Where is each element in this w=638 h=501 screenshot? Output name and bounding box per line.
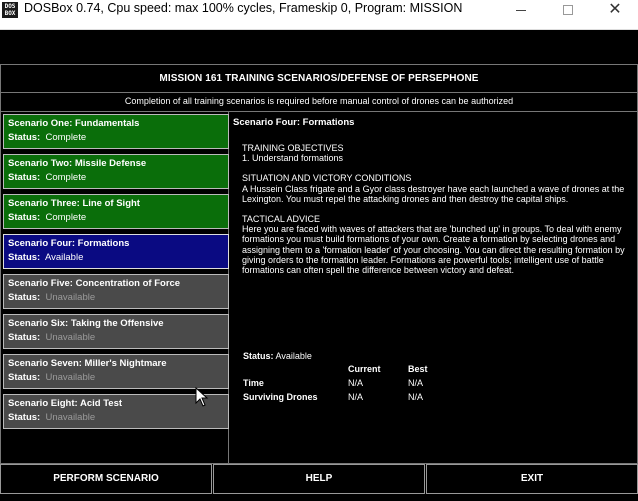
scenario-item-four[interactable]: Scenario Four: Formations Status: Availa… <box>3 234 229 269</box>
scenario-status: Status: Complete <box>8 212 87 223</box>
scenario-status: Status: Complete <box>8 172 87 183</box>
stats-row-label: Surviving Drones <box>243 392 318 402</box>
scenario-item-five[interactable]: Scenario Five: Concentration of Force St… <box>3 274 229 309</box>
close-icon: ✕ <box>608 1 622 18</box>
scenario-status: Status: Unavailable <box>8 332 96 343</box>
detail-title: Scenario Four: Formations <box>233 117 355 128</box>
objectives-section: TRAINING OBJECTIVES 1. Understand format… <box>242 143 632 163</box>
detail-status-value: Available <box>275 351 312 361</box>
objectives-heading: TRAINING OBJECTIVES <box>242 143 344 153</box>
exit-button[interactable]: EXIT <box>426 464 638 494</box>
help-button[interactable]: HELP <box>213 464 425 494</box>
perform-scenario-button[interactable]: PERFORM SCENARIO <box>0 464 212 494</box>
advice-heading: TACTICAL ADVICE <box>242 214 321 225</box>
scenario-item-two[interactable]: Scenario Two: Missile Defense Status: Co… <box>3 154 229 189</box>
detail-body: TRAINING OBJECTIVES 1. Understand format… <box>242 143 632 285</box>
victory-heading: SITUATION AND VICTORY CONDITIONS <box>242 173 412 184</box>
scenario-status: Status: Unavailable <box>8 292 96 303</box>
window-title: DOSBox 0.74, Cpu speed: max 100% cycles,… <box>24 1 463 15</box>
scenario-item-one[interactable]: Scenario One: Fundamentals Status: Compl… <box>3 114 229 149</box>
detail-status: Status: Available <box>243 351 312 361</box>
stats-col-current: Current <box>348 364 381 374</box>
advice-section: TACTICAL ADVICE Here you are faced with … <box>242 214 632 275</box>
scenario-item-seven[interactable]: Scenario Seven: Miller's Nightmare Statu… <box>3 354 229 389</box>
advice-text: Here you are faced with waves of attacke… <box>242 224 625 276</box>
scenario-item-three[interactable]: Scenario Three: Line of Sight Status: Co… <box>3 194 229 229</box>
mission-subtitle: Completion of all training scenarios is … <box>0 93 638 112</box>
scenario-status: Status: Available <box>8 252 84 263</box>
victory-text: A Hussein Class frigate and a Gyor class… <box>242 183 625 204</box>
scenario-detail-panel: Scenario Four: Formations TRAINING OBJEC… <box>229 112 638 464</box>
close-button[interactable]: ✕ <box>592 0 638 22</box>
minimize-button[interactable] <box>498 0 544 22</box>
mission-title: MISSION 161 TRAINING SCENARIOS/DEFENSE O… <box>0 64 638 93</box>
minimize-icon <box>516 10 526 11</box>
stats-best-value: N/A <box>408 392 424 402</box>
dosbox-app-icon: DOS BOX <box>2 2 18 18</box>
maximize-button[interactable] <box>545 0 591 22</box>
stats-row-label: Time <box>243 378 264 388</box>
victory-section: SITUATION AND VICTORY CONDITIONS A Husse… <box>242 173 632 204</box>
scenario-name: Scenario Two: Missile Defense <box>8 158 147 169</box>
scenario-name: Scenario Three: Line of Sight <box>8 198 140 209</box>
scenario-name: Scenario Six: Taking the Offensive <box>8 318 164 329</box>
scenario-name: Scenario Five: Concentration of Force <box>8 278 181 289</box>
window-titlebar: DOS BOX DOSBox 0.74, Cpu speed: max 100%… <box>0 0 638 30</box>
maximize-icon <box>563 5 573 15</box>
scenario-item-six[interactable]: Scenario Six: Taking the Offensive Statu… <box>3 314 229 349</box>
scenario-status: Status: Complete <box>8 132 87 143</box>
scenario-status: Status: Unavailable <box>8 412 96 423</box>
stats-best-value: N/A <box>408 378 424 388</box>
detail-status-label: Status: <box>243 351 274 361</box>
stats-col-best: Best <box>408 364 428 374</box>
mouse-cursor-icon <box>195 387 209 407</box>
action-bar: PERFORM SCENARIO HELP EXIT <box>0 464 638 495</box>
scenario-status: Status: Unavailable <box>8 372 96 383</box>
scenario-name: Scenario One: Fundamentals <box>8 118 140 129</box>
scenario-name: Scenario Seven: Miller's Nightmare <box>8 358 167 369</box>
game-screen: MISSION 161 TRAINING SCENARIOS/DEFENSE O… <box>0 30 638 501</box>
scenario-name: Scenario Four: Formations <box>8 238 130 249</box>
objectives-text: 1. Understand formations <box>242 153 344 164</box>
stats-current-value: N/A <box>348 392 364 402</box>
scenario-list: Scenario One: Fundamentals Status: Compl… <box>0 112 229 464</box>
stats-current-value: N/A <box>348 378 364 388</box>
